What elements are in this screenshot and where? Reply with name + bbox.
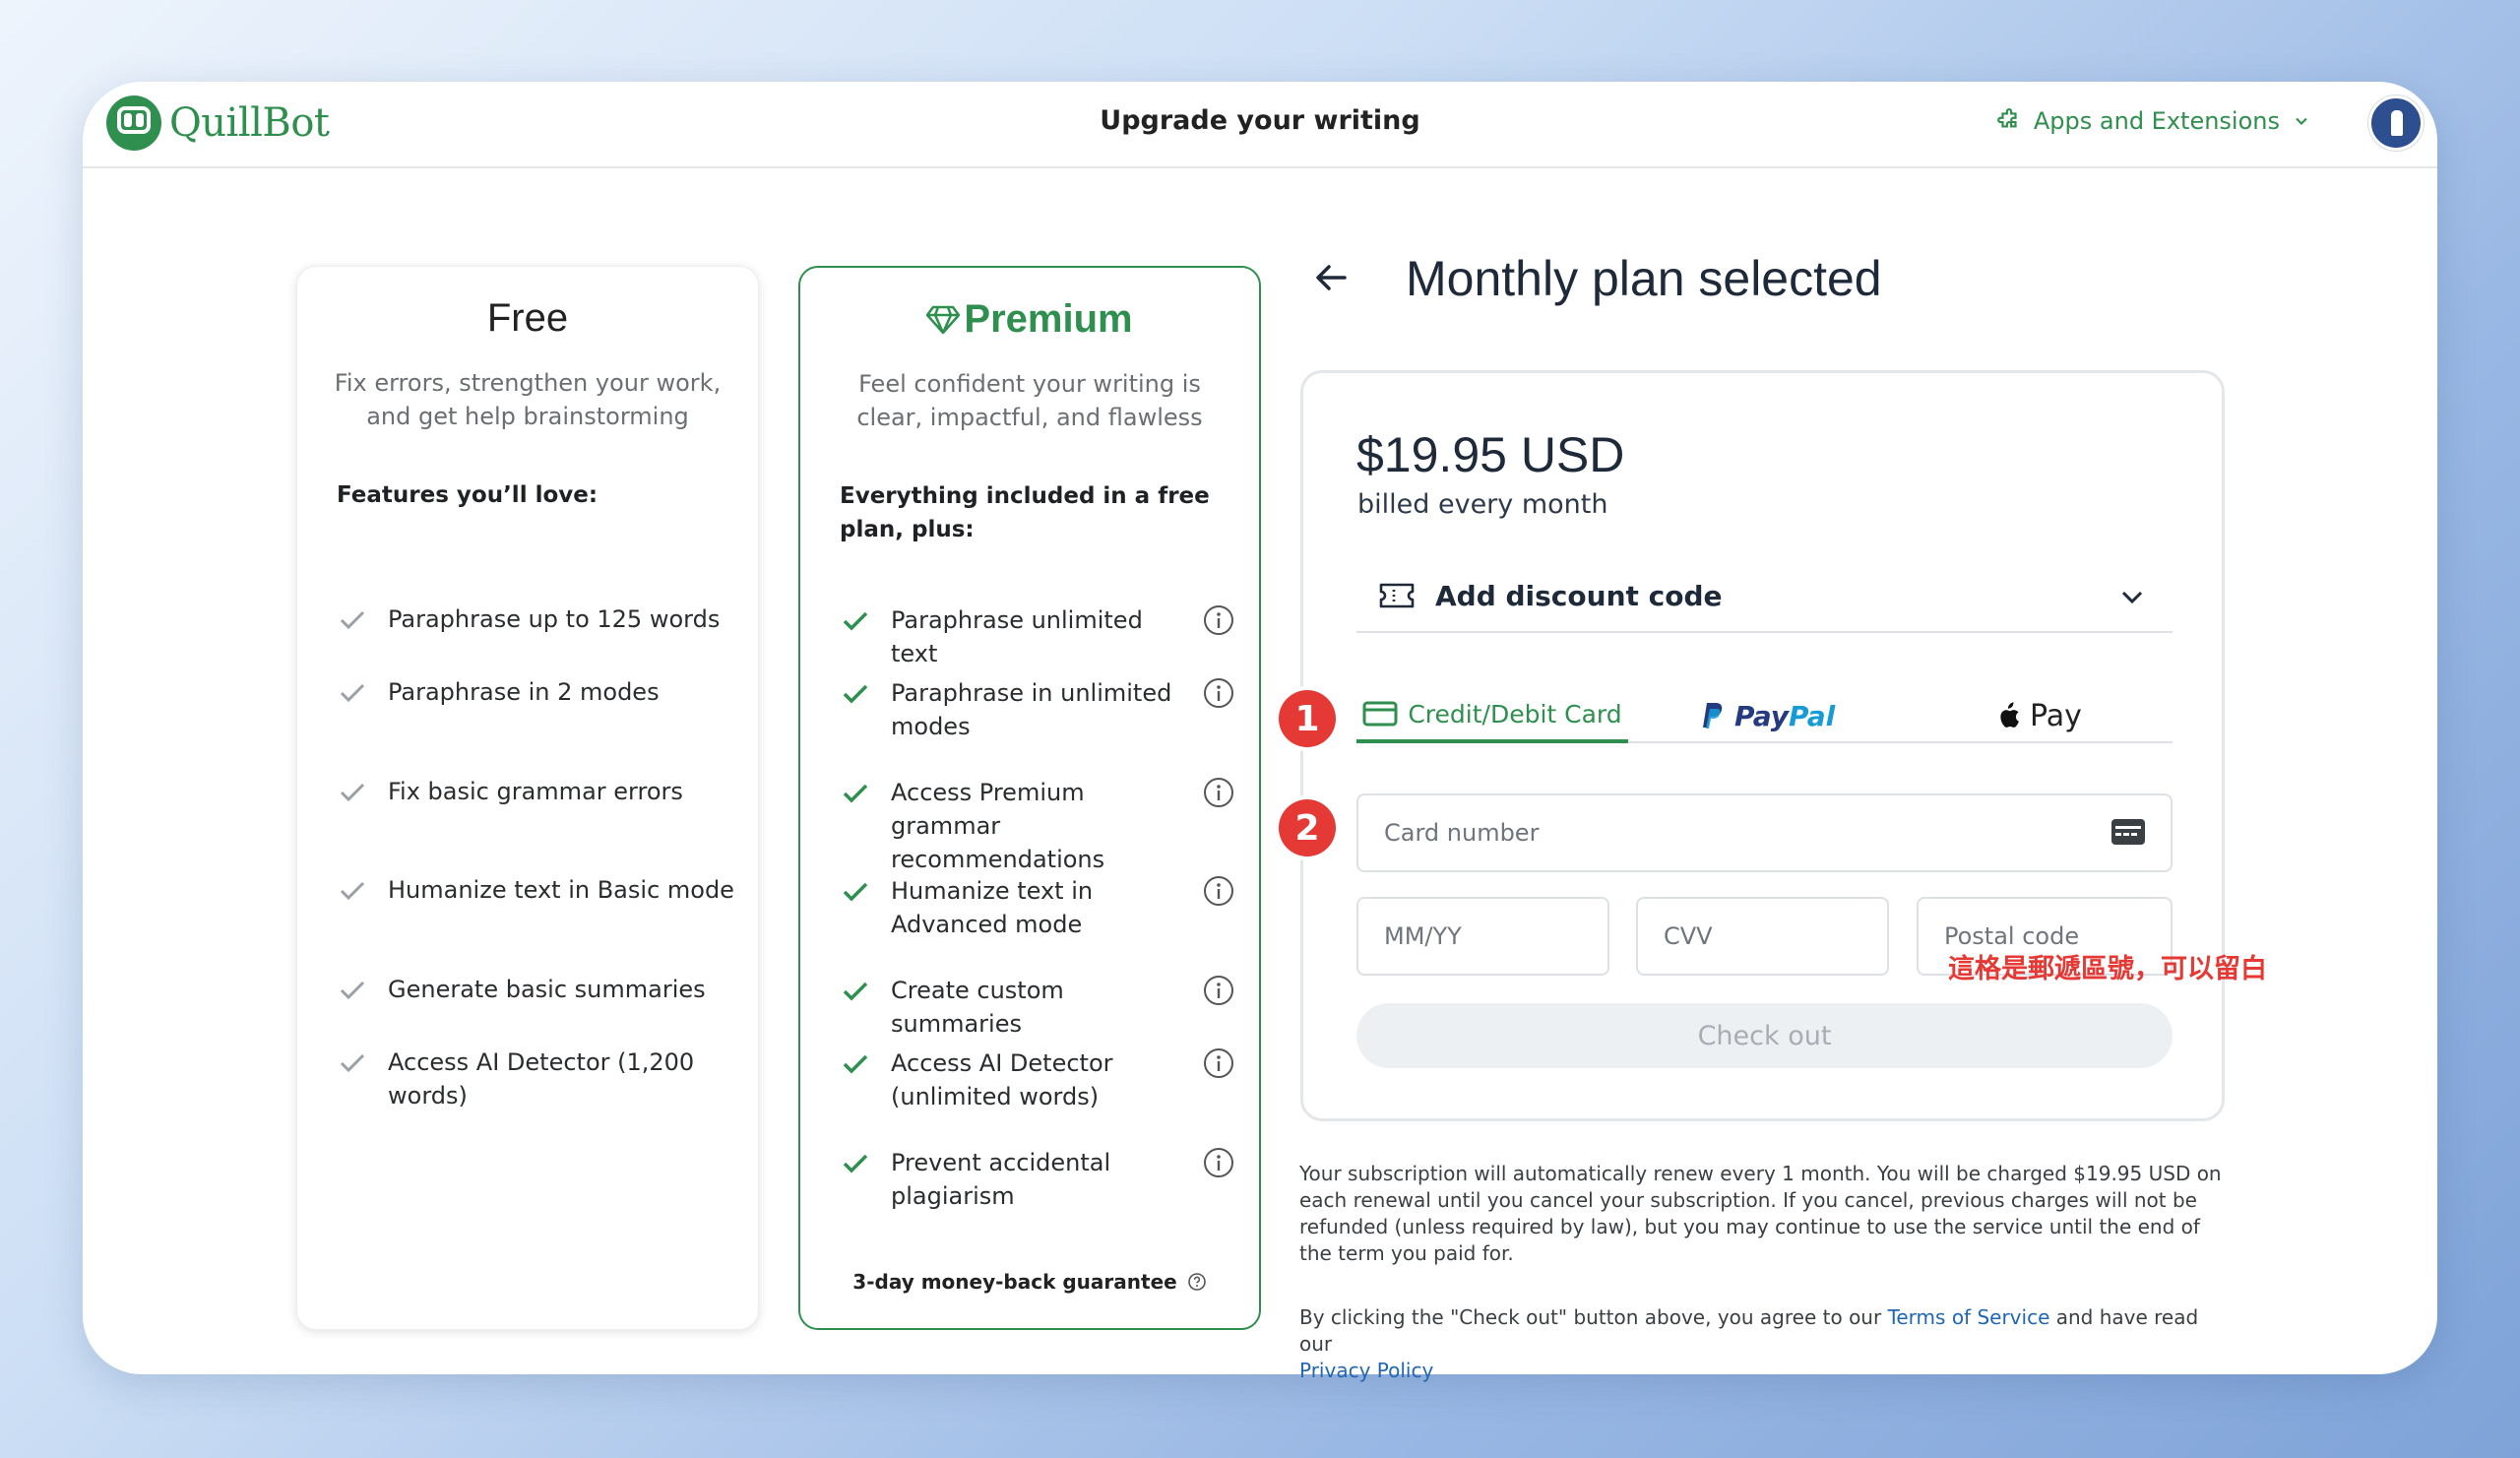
postal-code-annotation: 這格是郵遞區號，可以留白	[1948, 954, 2267, 984]
step-marker-2: 2	[1279, 799, 1336, 856]
check-icon	[337, 973, 368, 1006]
tab-apple-pay[interactable]: Pay	[1996, 688, 2082, 743]
premium-feature-item: Paraphrase in unlimited modes	[840, 676, 1235, 743]
payment-method-tabs: Credit/Debit Card PayPal Pay	[1356, 688, 2173, 743]
check-icon	[840, 603, 871, 637]
discount-code-toggle[interactable]: Add discount code	[1356, 560, 2173, 633]
check-icon	[840, 1046, 871, 1080]
top-bar: QuillBot Upgrade your writing Apps and E…	[83, 82, 2437, 168]
chevron-down-icon	[2296, 117, 2307, 125]
check-icon	[840, 676, 871, 710]
payment-panel: $19.95 USD billed every month Add discou…	[1300, 370, 2225, 1121]
plan-price: $19.95 USD	[1356, 427, 1625, 482]
diamond-icon	[926, 305, 961, 334]
expiry-input[interactable]: MM/YY	[1356, 897, 1609, 976]
avatar[interactable]	[2368, 95, 2424, 151]
check-icon	[840, 776, 871, 809]
free-feature-item: Paraphrase in 2 modes	[337, 675, 734, 709]
free-plan-description: Fix errors, strengthen your work, and ge…	[334, 369, 722, 430]
cvv-input[interactable]: CVV	[1636, 897, 1889, 976]
back-arrow-icon[interactable]	[1311, 258, 1351, 297]
check-icon	[840, 1146, 871, 1179]
free-feature-item: Fix basic grammar errors	[337, 775, 734, 808]
tab-paypal[interactable]: PayPal	[1701, 688, 1835, 743]
apple-icon	[2000, 702, 2019, 728]
agreement-text: By clicking the "Check out" button above…	[1299, 1305, 2199, 1382]
premium-feature-item: Paraphrase unlimited text	[840, 603, 1235, 670]
renewal-disclaimer: Your subscription will automatically ren…	[1299, 1162, 2222, 1265]
card-icon	[2111, 819, 2145, 845]
help-circle-icon[interactable]	[1187, 1272, 1207, 1292]
check-icon	[337, 873, 368, 907]
paypal-icon	[1703, 703, 1723, 729]
puzzle-icon	[1996, 108, 2017, 128]
ticket-icon	[1379, 583, 1415, 608]
privacy-policy-link[interactable]: Privacy Policy	[1299, 1359, 1433, 1382]
premium-plan-name: Premium	[964, 297, 1133, 341]
free-plan-name: Free	[486, 296, 569, 340]
chevron-down-icon	[2121, 591, 2143, 604]
check-icon	[840, 874, 871, 908]
info-icon[interactable]	[1202, 874, 1235, 908]
info-icon[interactable]	[1202, 776, 1235, 809]
billing-period: billed every month	[1357, 489, 1608, 520]
info-icon[interactable]	[1202, 603, 1235, 637]
discount-code-label: Add discount code	[1435, 579, 1723, 612]
free-feature-item: Generate basic summaries	[337, 973, 734, 1006]
free-feature-item: Humanize text in Basic mode	[337, 873, 734, 907]
free-feature-item: Access AI Detector (1,200 words)	[337, 1046, 734, 1112]
premium-feature-item: Access AI Detector (unlimited words)	[840, 1046, 1235, 1113]
premium-plan-description: Feel confident your writing is clear, im…	[856, 370, 1203, 431]
money-back-guarantee: 3-day money-back guarantee	[800, 1270, 1259, 1294]
apps-extensions-menu[interactable]: Apps and Extensions	[1996, 107, 2311, 135]
free-feature-item: Paraphrase up to 125 words	[337, 602, 734, 636]
check-icon	[337, 775, 368, 808]
free-plan-lead: Features you’ll love:	[337, 482, 598, 508]
premium-feature-item: Humanize text in Advanced mode	[840, 874, 1235, 941]
plan-selected-title: Monthly plan selected	[1406, 251, 1882, 306]
apps-extensions-label: Apps and Extensions	[2033, 107, 2280, 135]
free-plan-card[interactable]: Free Fix errors, strengthen your work, a…	[296, 266, 759, 1330]
premium-feature-item: Create custom summaries	[840, 974, 1235, 1041]
card-number-input[interactable]: Card number	[1356, 793, 2173, 872]
info-icon[interactable]	[1202, 974, 1235, 1007]
info-icon[interactable]	[1202, 1146, 1235, 1179]
check-icon	[840, 974, 871, 1007]
credit-card-icon	[1362, 701, 1398, 727]
premium-plan-lead: Everything included in a free plan, plus…	[840, 483, 1210, 542]
premium-feature-item: Prevent accidental plagiarism	[840, 1146, 1235, 1213]
check-icon	[337, 675, 368, 709]
premium-feature-item: Access Premium grammar recommendations	[840, 776, 1235, 876]
checkout-button[interactable]: Check out	[1356, 1003, 2173, 1068]
premium-plan-card[interactable]: Premium Feel confident your writing is c…	[798, 266, 1261, 1330]
terms-of-service-link[interactable]: Terms of Service	[1888, 1305, 2050, 1329]
check-icon	[337, 602, 368, 636]
step-marker-1: 1	[1279, 690, 1336, 747]
tab-credit-card[interactable]: Credit/Debit Card	[1356, 688, 1628, 743]
check-icon	[337, 1046, 368, 1079]
info-icon[interactable]	[1202, 676, 1235, 710]
info-icon[interactable]	[1202, 1046, 1235, 1080]
